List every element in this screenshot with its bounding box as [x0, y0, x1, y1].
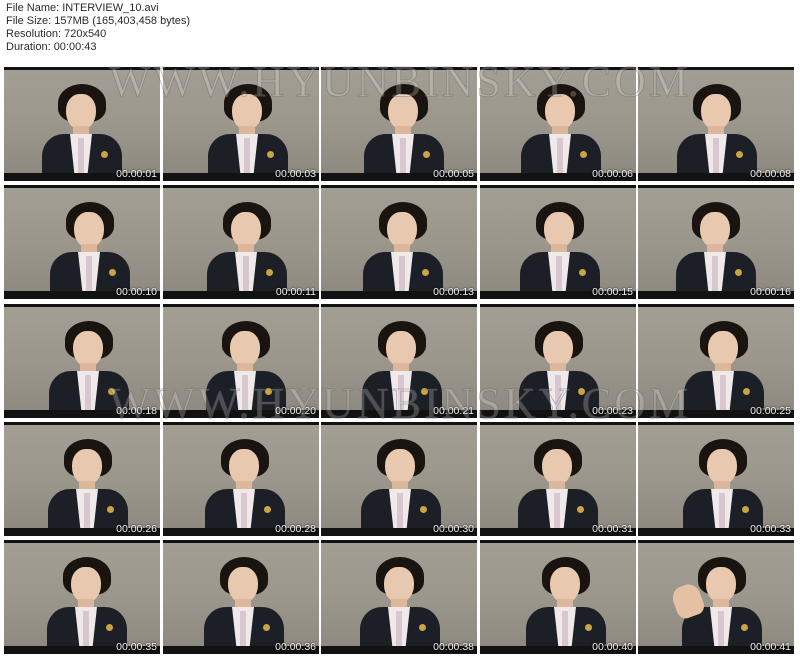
thumbnail-frame-image — [4, 188, 160, 291]
video-thumbnail: 00:00:21 — [321, 304, 477, 418]
thumbnail-frame-image — [638, 307, 794, 410]
timestamp-label: 00:00:35 — [116, 641, 157, 653]
file-name-text: File Name: INTERVIEW_10.avi — [6, 2, 159, 14]
thumbnail-frame-image — [4, 425, 160, 528]
video-thumbnail: 00:00:20 — [163, 304, 319, 418]
thumbnail-frame-image — [480, 307, 636, 410]
timestamp-label: 00:00:08 — [750, 168, 791, 180]
timestamp-label: 00:00:41 — [750, 641, 791, 653]
video-thumbnail: 00:00:18 — [4, 304, 160, 418]
video-thumbnail: 00:00:40 — [480, 540, 636, 654]
thumbnail-frame-image — [163, 425, 319, 528]
timestamp-label: 00:00:40 — [592, 641, 633, 653]
video-thumbnail: 00:00:38 — [321, 540, 477, 654]
video-thumbnail: 00:00:16 — [638, 185, 794, 299]
thumbnail-frame-image — [4, 307, 160, 410]
video-thumbnail: 00:00:33 — [638, 422, 794, 536]
video-thumbnail: 00:00:06 — [480, 67, 636, 181]
video-thumbnail: 00:00:41 — [638, 540, 794, 654]
thumbnail-frame-image — [480, 70, 636, 173]
thumbnail-frame-image — [321, 425, 477, 528]
thumbnail-frame-image — [480, 425, 636, 528]
timestamp-label: 00:00:15 — [592, 286, 633, 298]
video-thumbnail: 00:00:36 — [163, 540, 319, 654]
thumbnail-frame-image — [4, 543, 160, 646]
thumbnail-frame-image — [163, 543, 319, 646]
video-thumbnail: 00:00:30 — [321, 422, 477, 536]
timestamp-label: 00:00:10 — [116, 286, 157, 298]
video-thumbnail: 00:00:31 — [480, 422, 636, 536]
thumbnail-frame-image — [480, 543, 636, 646]
timestamp-label: 00:00:03 — [275, 168, 316, 180]
video-thumbnail: 00:00:13 — [321, 185, 477, 299]
thumbnail-grid: 00:00:01 00:00:03 00:00:05 00:00:06 00:00:08… — [0, 67, 800, 663]
thumbnail-frame-image — [321, 543, 477, 646]
file-info-panel: File Name: INTERVIEW_10.avi File Size: 1… — [6, 2, 190, 54]
thumbnail-frame-image — [321, 188, 477, 291]
thumbnail-frame-image — [321, 70, 477, 173]
video-thumbnail: 00:00:28 — [163, 422, 319, 536]
thumbnail-frame-image — [638, 188, 794, 291]
thumbnail-frame-image — [638, 425, 794, 528]
thumbnail-frame-image — [163, 70, 319, 173]
video-thumbnail: 00:00:35 — [4, 540, 160, 654]
timestamp-label: 00:00:21 — [433, 405, 474, 417]
video-thumbnail: 00:00:08 — [638, 67, 794, 181]
video-thumbnail: 00:00:25 — [638, 304, 794, 418]
video-thumbnail: 00:00:01 — [4, 67, 160, 181]
video-thumbnail: 00:00:15 — [480, 185, 636, 299]
thumbnail-frame-image — [638, 543, 794, 646]
file-size-text: File Size: 157MB (165,403,458 bytes) — [6, 15, 191, 27]
video-thumbnail: 00:00:03 — [163, 67, 319, 181]
resolution-text: Resolution: 720x540 — [6, 28, 107, 40]
video-thumbnail: 00:00:10 — [4, 185, 160, 299]
video-thumbnail: 00:00:05 — [321, 67, 477, 181]
timestamp-label: 00:00:13 — [433, 286, 474, 298]
timestamp-label: 00:00:33 — [750, 523, 791, 535]
timestamp-label: 00:00:31 — [592, 523, 633, 535]
timestamp-label: 00:00:28 — [275, 523, 316, 535]
timestamp-label: 00:00:20 — [275, 405, 316, 417]
timestamp-label: 00:00:05 — [433, 168, 474, 180]
timestamp-label: 00:00:36 — [275, 641, 316, 653]
thumbnail-frame-image — [163, 188, 319, 291]
timestamp-label: 00:00:30 — [433, 523, 474, 535]
timestamp-label: 00:00:16 — [750, 286, 791, 298]
timestamp-label: 00:00:25 — [750, 405, 791, 417]
video-thumbnail: 00:00:23 — [480, 304, 636, 418]
timestamp-label: 00:00:26 — [116, 523, 157, 535]
timestamp-label: 00:00:18 — [116, 405, 157, 417]
thumbnail-frame-image — [321, 307, 477, 410]
timestamp-label: 00:00:23 — [592, 405, 633, 417]
timestamp-label: 00:00:11 — [275, 286, 316, 298]
video-thumbnail: 00:00:26 — [4, 422, 160, 536]
duration-text: Duration: 00:00:43 — [6, 41, 97, 53]
thumbnail-frame-image — [638, 70, 794, 173]
video-thumbnail: 00:00:11 — [163, 185, 319, 299]
timestamp-label: 00:00:01 — [116, 168, 157, 180]
timestamp-label: 00:00:38 — [433, 641, 474, 653]
timestamp-label: 00:00:06 — [592, 168, 633, 180]
thumbnail-frame-image — [163, 307, 319, 410]
thumbnail-frame-image — [480, 188, 636, 291]
thumbnail-frame-image — [4, 70, 160, 173]
